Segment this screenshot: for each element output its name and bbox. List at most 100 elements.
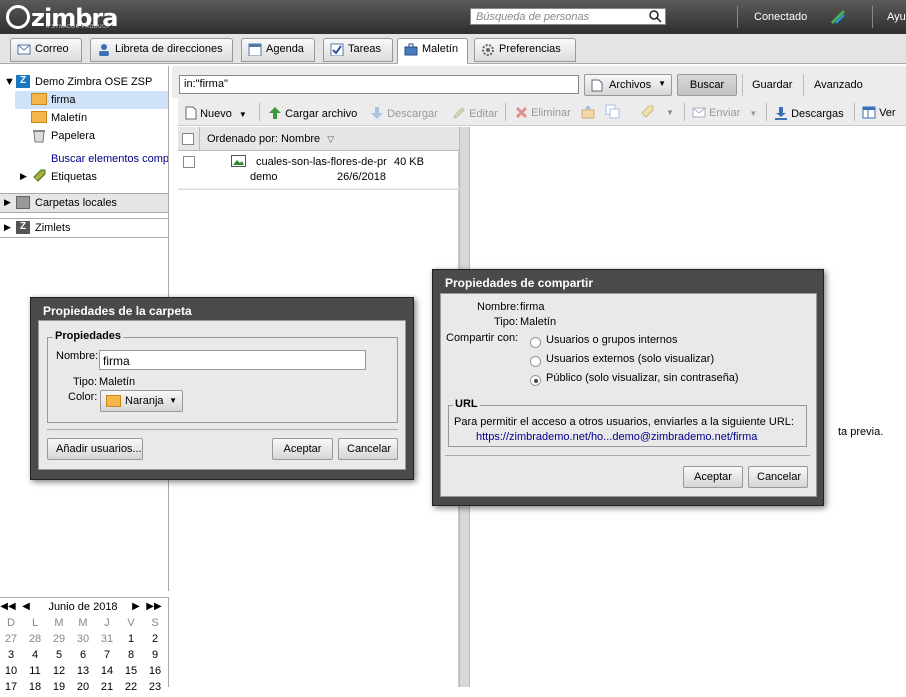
logo-icon	[6, 5, 30, 29]
weekday-label: M	[78, 617, 88, 629]
move-icon[interactable]	[580, 104, 596, 120]
calendar-day[interactable]: 3	[0, 649, 23, 661]
search-shared-link[interactable]: Buscar elementos comp	[51, 153, 168, 165]
calendar-day[interactable]: 10	[0, 665, 23, 677]
calendar-day[interactable]: 7	[95, 649, 119, 661]
query-input[interactable]: in:"firma"	[179, 75, 579, 94]
folder-color-icon	[106, 395, 121, 407]
calendar-day[interactable]: 27	[0, 633, 23, 645]
sidebar-item-maletin[interactable]: Maletín	[51, 112, 87, 124]
calendar-month-title[interactable]: Junio de 2018	[40, 601, 126, 613]
calendar-day[interactable]: 8	[119, 649, 143, 661]
search-button[interactable]: Buscar	[677, 74, 737, 96]
cancel-button[interactable]: Cancelar	[338, 438, 398, 460]
tab-tareas[interactable]: Tareas	[323, 38, 393, 62]
calendar-day[interactable]: 1	[119, 633, 143, 645]
people-search-input[interactable]: Búsqueda de personas	[470, 8, 666, 25]
toolbar-divider	[766, 103, 767, 121]
sidebar-item-papelera[interactable]: Papelera	[51, 130, 95, 142]
calendar-day[interactable]: 21	[95, 681, 119, 693]
calendar-day[interactable]: 15	[119, 665, 143, 677]
new-button[interactable]: Nuevo ▼	[185, 101, 247, 123]
radio-external[interactable]	[530, 356, 541, 367]
connection-status[interactable]: Conectado	[754, 11, 807, 23]
calendar-day[interactable]: 19	[47, 681, 71, 693]
tab-preferencias[interactable]: Preferencias	[474, 38, 576, 62]
expand-arrow-icon[interactable]: ▶	[20, 171, 27, 182]
calendar-day[interactable]: 23	[143, 681, 167, 693]
calendar-day[interactable]: 11	[23, 665, 47, 677]
send-button[interactable]: Enviar ▼	[692, 101, 757, 123]
calendar-day[interactable]: 9	[143, 649, 167, 661]
share-url-link[interactable]: https://zimbrademo.net/ho...demo@zimbrad…	[476, 431, 757, 443]
copy-icon[interactable]	[605, 104, 621, 120]
upload-file-button[interactable]: Cargar archivo	[268, 101, 357, 123]
calendar-weekday-row: DLMMJVS	[0, 617, 168, 633]
prev-month-icon[interactable]: ◀	[14, 601, 38, 612]
calendar-day[interactable]: 29	[47, 633, 71, 645]
search-icon[interactable]	[649, 10, 662, 23]
calendar-day[interactable]: 12	[47, 665, 71, 677]
sidebar-item-etiquetas[interactable]: Etiquetas	[51, 171, 97, 183]
tab-agenda[interactable]: Agenda	[241, 38, 315, 62]
calendar-icon	[248, 43, 262, 56]
upload-arrow-icon	[269, 107, 281, 119]
calendar-day[interactable]: 30	[71, 633, 95, 645]
calendar-day[interactable]: 2	[143, 633, 167, 645]
calendar-nav: ◀◀ ◀ Junio de 2018 ▶ ▶▶	[0, 601, 168, 617]
weekday-label: M	[54, 617, 64, 629]
calendar-day[interactable]: 17	[0, 681, 23, 693]
new-document-icon	[185, 106, 197, 120]
search-scope-dropdown[interactable]: Archivos ▼	[584, 74, 672, 96]
list-item[interactable]: cuales-son-las-flores-de-pr 40 KB demo 2…	[178, 151, 459, 189]
next-year-icon[interactable]: ▶▶	[142, 601, 166, 612]
delete-button[interactable]: Eliminar	[515, 101, 571, 123]
tab-libreta[interactable]: Libreta de direcciones	[90, 38, 233, 62]
weekday-label: J	[104, 617, 110, 629]
calendar-day[interactable]: 31	[95, 633, 119, 645]
radio-public[interactable]	[530, 375, 541, 386]
view-button[interactable]: Ver	[862, 101, 896, 123]
select-all-checkbox[interactable]	[182, 133, 194, 145]
tab-correo[interactable]: Correo	[10, 38, 82, 62]
help-menu[interactable]: Ayu	[887, 11, 906, 23]
calendar-day[interactable]: 13	[71, 665, 95, 677]
calendar-day[interactable]: 16	[143, 665, 167, 677]
account-name[interactable]: Demo Zimbra OSE ZSP	[35, 76, 152, 88]
calendar-day[interactable]: 14	[95, 665, 119, 677]
downloads-button[interactable]: Descargas	[774, 101, 844, 123]
download-button[interactable]: Descargar	[370, 101, 438, 123]
item-checkbox[interactable]	[183, 156, 195, 168]
folder-name-input[interactable]: firma	[99, 350, 366, 370]
edit-button[interactable]: Editar	[452, 101, 498, 123]
save-search-button[interactable]: Guardar	[752, 74, 792, 96]
color-label: Color:	[68, 391, 98, 403]
dialog-title[interactable]: Propiedades de la carpeta	[43, 304, 192, 318]
sort-header[interactable]: Ordenado por: Nombre ▽	[207, 133, 334, 145]
expand-arrow-icon[interactable]: ▶	[4, 197, 11, 208]
expand-arrow-icon[interactable]: ▶	[4, 222, 11, 233]
calendar-day[interactable]: 22	[119, 681, 143, 693]
calendar-day[interactable]: 5	[47, 649, 71, 661]
ok-button[interactable]: Aceptar	[272, 438, 333, 460]
dialog-title[interactable]: Propiedades de compartir	[445, 276, 593, 290]
add-users-button[interactable]: Añadir usuarios...	[47, 438, 143, 460]
calendar-day[interactable]: 20	[71, 681, 95, 693]
tag-icon[interactable]	[640, 104, 656, 120]
expand-arrow-icon[interactable]: ▼	[4, 76, 15, 88]
calendar-day[interactable]: 6	[71, 649, 95, 661]
calendar-week-row: 27 28 29 30 31 1 2	[0, 633, 168, 649]
advanced-search-button[interactable]: Avanzado	[814, 74, 863, 96]
calendar-day[interactable]: 18	[23, 681, 47, 693]
delete-x-icon	[515, 106, 528, 119]
cancel-button[interactable]: Cancelar	[748, 466, 808, 488]
zimlets-label: Zimlets	[35, 222, 71, 234]
mail-icon	[17, 44, 31, 55]
ok-button[interactable]: Aceptar	[683, 466, 743, 488]
radio-internal[interactable]	[530, 337, 541, 348]
color-dropdown[interactable]: Naranja ▼	[100, 390, 183, 412]
calendar-day[interactable]: 4	[23, 649, 47, 661]
calendar-day[interactable]: 28	[23, 633, 47, 645]
chevron-down-icon[interactable]: ▼	[666, 108, 674, 117]
tab-maletin[interactable]: Maletín	[397, 38, 468, 64]
